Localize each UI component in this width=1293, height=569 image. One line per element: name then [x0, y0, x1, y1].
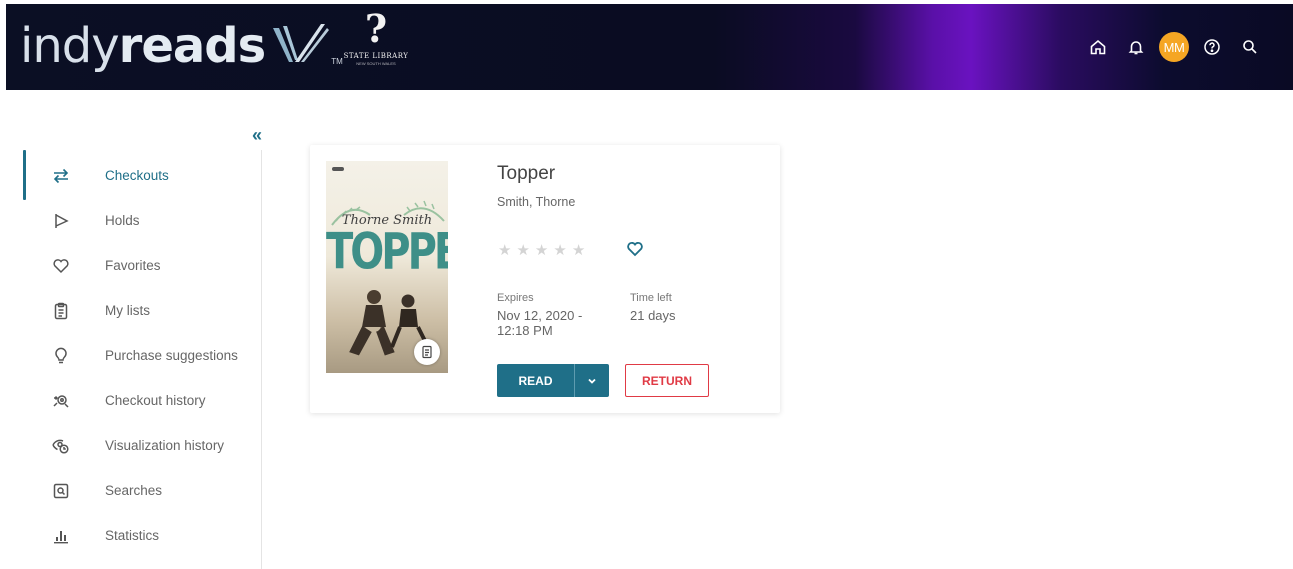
- sidebar-item-visualization-history[interactable]: Visualization history: [0, 423, 260, 468]
- collapse-sidebar-button[interactable]: «: [252, 126, 262, 144]
- star-icon[interactable]: ★: [516, 241, 529, 259]
- app-header: indyreads TM ? STATE LIBRARY NEW SOUTH W…: [6, 4, 1293, 90]
- clipboard-icon: [50, 300, 72, 322]
- publisher-mark-icon: [332, 167, 344, 171]
- sidebar-item-label: My lists: [105, 303, 150, 318]
- rating-stars[interactable]: ★ ★ ★ ★ ★: [498, 241, 585, 259]
- star-icon[interactable]: ★: [553, 241, 566, 259]
- read-options-dropdown[interactable]: [575, 364, 609, 397]
- sidebar-item-label: Statistics: [105, 528, 160, 543]
- sidebar-item-label: Checkouts: [105, 168, 169, 183]
- logo-mark-icon: [273, 24, 330, 62]
- sidebar-item-label: Checkout history: [105, 393, 206, 408]
- time-left-label: Time left: [630, 292, 672, 304]
- state-library-logo: ? STATE LIBRARY NEW SOUTH WALES: [336, 10, 416, 76]
- time-left-value: 21 days: [630, 308, 676, 323]
- favorite-heart-icon[interactable]: [625, 239, 645, 264]
- book-author[interactable]: Smith, Thorne: [497, 195, 575, 209]
- indyreads-logo[interactable]: indyreads TM: [20, 10, 343, 70]
- sidebar-item-checkout-history[interactable]: Checkout history: [0, 378, 260, 423]
- swap-arrows-icon: [50, 165, 72, 187]
- sidebar-item-statistics[interactable]: Statistics: [0, 513, 260, 558]
- avatar[interactable]: MM: [1159, 32, 1189, 62]
- search-icon[interactable]: [1231, 32, 1269, 62]
- sidebar-item-checkouts[interactable]: Checkouts: [0, 153, 260, 198]
- return-button[interactable]: RETURN: [625, 364, 709, 397]
- expires-value: Nov 12, 2020 - 12:18 PM: [497, 308, 582, 338]
- sidebar-item-favorites[interactable]: Favorites: [0, 243, 260, 288]
- state-library-name: STATE LIBRARY: [343, 52, 409, 60]
- lightbulb-icon: [50, 345, 72, 367]
- bar-chart-icon: [50, 525, 72, 547]
- state-library-sub: NEW SOUTH WALES: [356, 61, 396, 66]
- saved-search-icon: [50, 480, 72, 502]
- star-icon[interactable]: ★: [572, 241, 585, 259]
- state-library-emblem: ?: [364, 6, 388, 51]
- logo-wordmark: indyreads: [20, 18, 266, 74]
- chevron-down-icon: [588, 378, 596, 384]
- bell-icon[interactable]: [1117, 32, 1155, 62]
- read-button[interactable]: READ: [497, 364, 575, 397]
- book-title[interactable]: Topper: [497, 163, 555, 185]
- expires-time: 12:18 PM: [497, 323, 553, 338]
- sidebar-item-searches[interactable]: Searches: [0, 468, 260, 513]
- sidebar-item-label: Purchase suggestions: [105, 348, 238, 363]
- sidebar-nav: Checkouts Holds Favorites My lists Purch…: [0, 153, 260, 558]
- sidebar-item-purchase-suggestions[interactable]: Purchase suggestions: [0, 333, 260, 378]
- header-actions: MM: [1079, 32, 1269, 62]
- flag-icon: [50, 210, 72, 232]
- help-icon[interactable]: [1193, 32, 1231, 62]
- sidebar-item-my-lists[interactable]: My lists: [0, 288, 260, 333]
- sidebar-item-label: Visualization history: [105, 438, 225, 453]
- history-icon: [50, 390, 72, 412]
- cover-title: TOPPER: [326, 223, 448, 281]
- checkout-card: Thorne Smith TOPPER Topper Smith, Thorne…: [310, 145, 780, 413]
- sidebar-item-label: Holds: [105, 213, 140, 228]
- book-cover[interactable]: Thorne Smith TOPPER: [326, 161, 448, 373]
- sidebar-item-label: Searches: [105, 483, 163, 498]
- sidebar-item-holds[interactable]: Holds: [0, 198, 260, 243]
- home-icon[interactable]: [1079, 32, 1117, 62]
- expires-label: Expires: [497, 292, 534, 304]
- sidebar-item-label: Favorites: [105, 258, 161, 273]
- expires-date: Nov 12, 2020 -: [497, 308, 583, 323]
- star-icon[interactable]: ★: [498, 241, 511, 259]
- heart-icon: [50, 255, 72, 277]
- sidebar-divider: [261, 150, 262, 569]
- eye-clock-icon: [50, 435, 72, 457]
- ebook-format-icon: [414, 339, 440, 365]
- star-icon[interactable]: ★: [535, 241, 548, 259]
- read-button-group: READ: [497, 364, 609, 397]
